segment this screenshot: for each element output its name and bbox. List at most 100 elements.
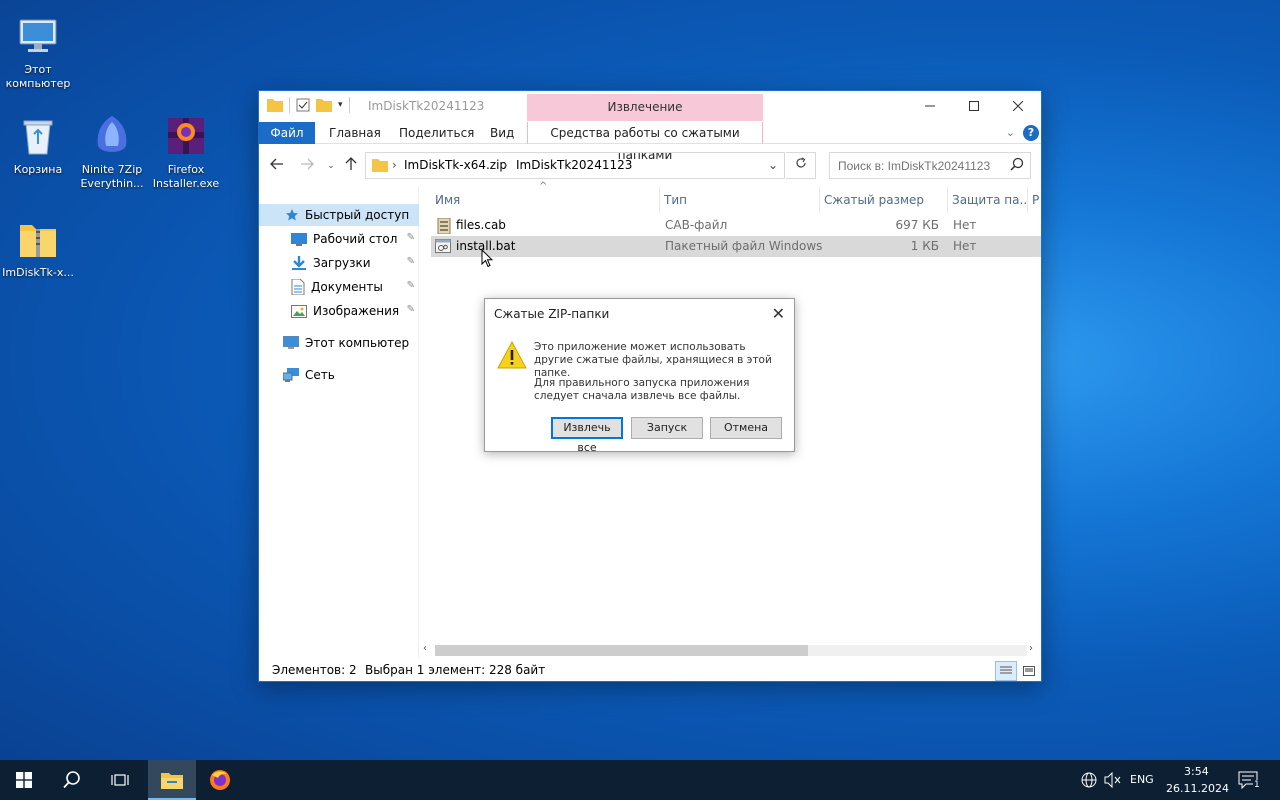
volume-muted-icon[interactable] [1104,772,1122,788]
nav-quick-access[interactable]: Быстрый доступ [259,204,419,226]
title-bar: ▾ ImDiskTk20241123 Извлечение [259,91,1041,121]
zip-folder-icon [20,225,56,257]
warning-icon [497,341,527,369]
refresh-button[interactable] [786,152,816,179]
file-protected: Нет [953,218,977,232]
desktop-icon-imdisk-zip[interactable]: ImDiskTk-x... [0,215,76,280]
nav-desktop[interactable]: Рабочий стол ✎ [259,228,419,250]
breadcrumb-zip[interactable]: ImDiskTk-x64.zip [404,158,507,172]
pin-icon: ✎ [406,256,415,267]
batch-file-icon [435,239,451,253]
folder-icon [267,99,283,112]
address-bar[interactable]: › ImDiskTk-x64.zip › ImDiskTk20241123 ⌄ [365,152,785,179]
run-button[interactable]: Запуск [631,417,703,439]
search-button[interactable] [48,760,96,800]
search-icon [1010,157,1024,171]
close-button[interactable] [995,91,1041,121]
folder-icon [161,773,183,789]
file-size: 1 КБ [910,239,939,253]
cab-file-icon [437,218,451,234]
up-button[interactable] [341,157,361,177]
tab-home[interactable]: Главная [329,122,381,144]
tab-view[interactable]: Вид [490,122,514,144]
taskbar-file-explorer[interactable] [148,760,196,800]
status-item-count: Элементов: 2 [272,663,357,677]
start-button[interactable] [0,760,48,800]
taskbar: ENG 3:54 26.11.2024 1 [0,760,1280,800]
computer-icon [283,336,299,349]
network-globe-icon[interactable] [1081,772,1097,788]
tab-file[interactable]: Файл [259,122,315,144]
notification-count-badge: 1 [1253,780,1261,790]
scroll-left-icon[interactable]: ‹ [423,643,427,654]
nav-network[interactable]: Сеть [259,364,419,386]
recycle-bin-icon [23,120,53,155]
status-selection: Выбран 1 элемент: 228 байт [365,663,546,677]
computer-icon [19,19,57,52]
folder-icon [372,159,388,172]
forward-button[interactable] [297,157,317,177]
recent-locations-button[interactable]: ⌄ [321,157,341,177]
address-history-dropdown-icon[interactable]: ⌄ [768,158,778,172]
desktop-icon-label: ImDiskTk-x... [2,266,74,279]
column-header-type[interactable]: Тип [660,187,820,213]
qat-dropdown-icon[interactable]: ▾ [338,100,343,110]
minimize-button[interactable] [907,91,953,121]
desktop-icon-ninite[interactable]: Ninite 7Zip Everythin... [74,112,150,191]
file-type: Пакетный файл Windows [665,239,823,253]
desktop-icon-firefox-installer[interactable]: Firefox Installer.exe [148,112,224,191]
nav-pictures[interactable]: Изображения ✎ [259,300,419,322]
dialog-close-icon[interactable]: ✕ [772,304,785,323]
arrow-up-icon [345,157,357,170]
breadcrumb-folder[interactable]: ImDiskTk20241123 [516,158,632,172]
back-button[interactable] [267,157,287,177]
properties-icon[interactable] [296,98,310,112]
tab-compressed-folder-tools[interactable]: Средства работы со сжатыми папками [527,122,763,162]
compressed-folder-dialog: Сжатые ZIP-папки ✕ Это приложение может … [484,298,795,454]
file-row[interactable]: files.cab CAB-файл 697 КБ Нет [431,215,1041,236]
search-icon [63,771,80,789]
column-header-protection[interactable]: Защита па... [948,187,1028,213]
tab-share[interactable]: Поделиться [399,122,474,144]
breadcrumb-separator[interactable]: › [392,158,397,172]
clock-date[interactable]: 26.11.2024 [1166,782,1229,795]
column-header-compressed-size[interactable]: Сжатый размер [820,187,948,213]
dialog-message-secondary: Для правильного запуска приложения следу… [534,377,750,402]
clock-time[interactable]: 3:54 [1184,765,1209,778]
search-input[interactable] [830,153,1006,178]
nav-documents[interactable]: Документы ✎ [259,276,419,298]
extract-all-button[interactable]: Извлечь все [551,417,623,454]
close-icon [1013,101,1023,111]
nav-this-pc[interactable]: Этот компьютер [259,332,419,354]
separator [289,97,290,113]
desktop-icon-this-pc[interactable]: Этот компьютер [0,12,76,91]
horizontal-scrollbar[interactable]: ‹ › [421,642,1041,659]
desktop-folder-icon [291,232,307,246]
file-row[interactable]: install.bat Пакетный файл Windows 1 КБ Н… [431,236,1041,257]
refresh-icon [795,157,806,168]
collapse-ribbon-icon[interactable]: ⌄ [1006,126,1015,139]
arrow-right-icon [301,158,314,170]
new-folder-icon[interactable] [316,98,332,112]
desktop-icon-recycle-bin[interactable]: Корзина [0,112,76,177]
download-icon [292,256,306,270]
input-language[interactable]: ENG [1130,773,1154,786]
scroll-right-icon[interactable]: › [1029,643,1033,654]
desktop-icon-label: Этот компьютер [5,63,71,90]
maximize-icon [969,101,979,111]
nav-item-label: Документы [311,280,383,294]
details-view-button[interactable] [995,661,1017,681]
search-box[interactable] [829,152,1031,179]
maximize-button[interactable] [951,91,997,121]
column-header-name[interactable]: Имя [431,187,660,213]
column-header-extra[interactable]: Р [1028,187,1041,213]
breadcrumb-separator[interactable]: › [503,158,508,172]
help-button[interactable]: ? [1023,125,1039,141]
cancel-button[interactable]: Отмена [710,417,782,439]
taskbar-firefox[interactable] [196,760,244,800]
large-icons-view-button[interactable] [1018,661,1040,681]
scrollbar-thumb[interactable] [435,645,808,656]
task-view-button[interactable] [96,760,144,800]
nav-downloads[interactable]: Загрузки ✎ [259,252,419,274]
context-tab-group-extract: Извлечение [527,94,763,121]
